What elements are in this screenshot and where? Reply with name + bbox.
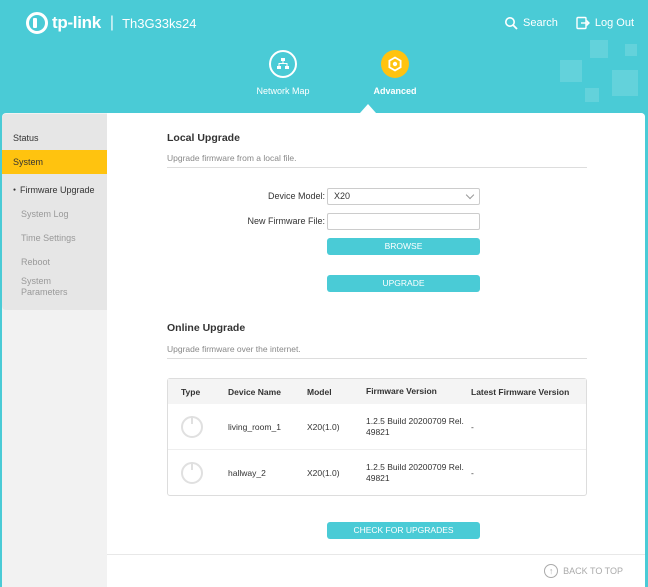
main-nav: Network Map Advanced	[248, 50, 430, 96]
local-upgrade-title: Local Upgrade	[167, 132, 240, 144]
firmware-version: 1.2.5 Build 20200709 Rel. 49821	[366, 415, 464, 437]
top-actions: Search Log Out	[504, 16, 634, 30]
device-type-icon	[181, 415, 203, 438]
decoration	[612, 70, 638, 96]
check-for-upgrades-button[interactable]: CHECK FOR UPGRADES	[327, 522, 480, 539]
search-button[interactable]: Search	[504, 16, 558, 30]
latest-firmware: -	[471, 468, 474, 478]
footer: ↑ BACK TO TOP	[107, 554, 645, 587]
brand-name: tp-link	[52, 13, 101, 32]
search-icon	[505, 17, 518, 30]
back-to-top-button[interactable]: ↑ BACK TO TOP	[544, 564, 623, 578]
sidebar-item-reboot[interactable]: Reboot	[2, 250, 107, 274]
upgrade-button[interactable]: UPGRADE	[327, 275, 480, 292]
firmware-file-input[interactable]	[327, 213, 480, 230]
sidebar-item-system-log[interactable]: System Log	[2, 202, 107, 226]
devices-table: Type Device Name Model Firmware Version …	[167, 378, 587, 496]
nav-label: Network Map	[256, 86, 310, 96]
column-header-firmware-version: Firmware Version	[366, 386, 437, 396]
browse-button[interactable]: BROWSE	[327, 238, 480, 255]
decoration	[625, 44, 637, 56]
logout-button[interactable]: Log Out	[576, 16, 634, 30]
column-header-device-name: Device Name	[228, 386, 281, 397]
online-upgrade-title: Online Upgrade	[167, 322, 246, 334]
online-upgrade-description: Upgrade firmware over the internet.	[167, 344, 587, 359]
device-name: hallway_2	[228, 468, 266, 478]
firmware-file-label: New Firmware File:	[247, 216, 325, 226]
active-nav-pointer	[360, 104, 376, 113]
firmware-version: 1.2.5 Build 20200709 Rel. 49821	[366, 462, 464, 483]
main-content: Local Upgrade Upgrade firmware from a lo…	[107, 113, 645, 554]
network-map-icon	[269, 50, 297, 78]
decoration	[560, 60, 582, 82]
tp-link-logo: tp-link | Th3G33ks24	[26, 12, 197, 34]
sidebar: Status System Firmware Upgrade System Lo…	[2, 114, 107, 310]
device-model-value: X20	[334, 191, 351, 201]
logout-label: Log Out	[594, 17, 634, 29]
sidebar-item-firmware-upgrade[interactable]: Firmware Upgrade	[2, 178, 107, 202]
device-model: X20(1.0)	[307, 421, 340, 432]
decoration	[590, 40, 608, 58]
column-header-model: Model	[307, 386, 332, 397]
type-cell	[168, 462, 228, 484]
decoration	[585, 88, 599, 102]
device-model: X20(1.0)	[307, 468, 340, 478]
device-type-icon	[181, 462, 203, 484]
device-model-select[interactable]: X20	[327, 188, 480, 205]
header: tp-link | Th3G33ks24 Search Log Out Netw…	[0, 0, 648, 115]
sidebar-item-system[interactable]: System	[2, 150, 107, 174]
table-header: Type Device Name Model Firmware Version …	[168, 379, 586, 404]
nav-label: Advanced	[373, 86, 417, 96]
local-upgrade-description: Upgrade firmware from a local file.	[167, 153, 587, 168]
table-row: living_room_1 X20(1.0) 1.2.5 Build 20200…	[168, 404, 586, 450]
sidebar-item-status[interactable]: Status	[2, 126, 107, 150]
arrow-up-icon: ↑	[544, 564, 559, 578]
device-name: living_room_1	[228, 421, 281, 432]
nav-advanced[interactable]: Advanced	[360, 50, 430, 96]
chevron-down-icon	[465, 190, 475, 200]
advanced-gear-icon	[381, 50, 409, 78]
logout-icon	[576, 16, 590, 30]
table-row: hallway_2 X20(1.0) 1.2.5 Build 20200709 …	[168, 450, 586, 496]
sidebar-item-time-settings[interactable]: Time Settings	[2, 226, 107, 250]
type-cell	[168, 415, 228, 438]
nav-network-map[interactable]: Network Map	[248, 50, 318, 96]
sidebar-item-system-parameters[interactable]: System Parameters	[2, 274, 82, 304]
router-model: Th3G33ks24	[122, 15, 197, 31]
back-to-top-label: BACK TO TOP	[563, 566, 623, 576]
latest-firmware: -	[471, 421, 474, 432]
column-header-latest-firmware: Latest Firmware Version	[471, 386, 570, 397]
column-header-type: Type	[181, 386, 201, 397]
search-label: Search	[523, 17, 558, 29]
separator: |	[109, 14, 115, 31]
tp-link-logo-icon	[26, 12, 48, 34]
device-model-label: Device Model:	[267, 191, 325, 201]
